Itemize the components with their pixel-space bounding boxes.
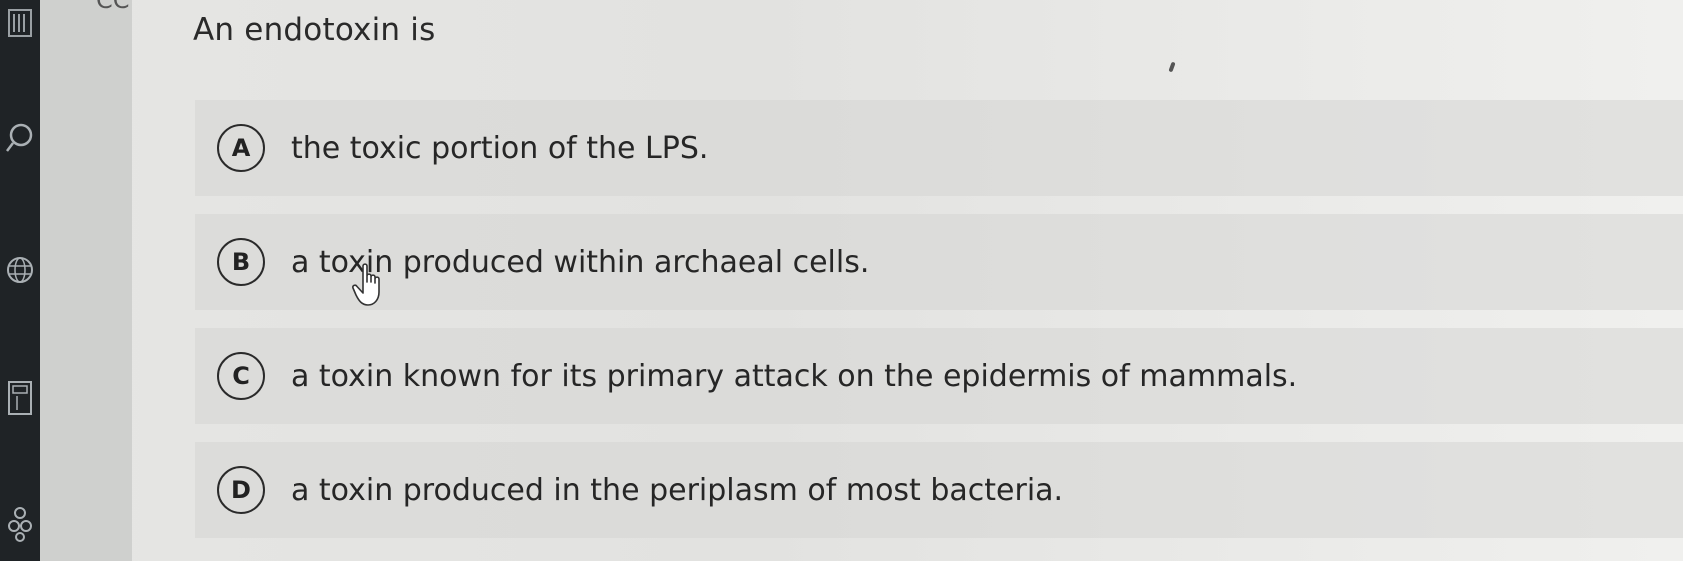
search-icon[interactable]: [4, 118, 36, 158]
option-a-letter: A: [217, 124, 265, 172]
option-c-letter: C: [217, 352, 265, 400]
calculator-icon[interactable]: [4, 376, 36, 420]
left-margin-panel: [40, 0, 132, 561]
option-d-text: a toxin produced in the periplasm of mos…: [291, 472, 1064, 508]
option-d[interactable]: D a toxin produced in the periplasm of m…: [195, 442, 1683, 538]
globe-icon[interactable]: [4, 250, 36, 290]
screen-speck: [1168, 61, 1176, 73]
question-text: An endotoxin is: [193, 12, 436, 48]
option-b-letter: B: [217, 238, 265, 286]
hand-pointer-icon: [352, 262, 388, 308]
menu-icon[interactable]: [4, 6, 36, 40]
accessibility-icon[interactable]: [4, 502, 36, 546]
cut-off-heading: CC: [96, 0, 130, 14]
left-toolbar: [0, 0, 40, 561]
option-a[interactable]: A the toxic portion of the LPS.: [195, 100, 1683, 196]
option-d-letter: D: [217, 466, 265, 514]
option-c[interactable]: C a toxin known for its primary attack o…: [195, 328, 1683, 424]
answer-options: A the toxic portion of the LPS. B a toxi…: [195, 100, 1683, 556]
option-b[interactable]: B a toxin produced within archaeal cells…: [195, 214, 1683, 310]
option-c-text: a toxin known for its primary attack on …: [291, 358, 1298, 394]
option-a-text: the toxic portion of the LPS.: [291, 130, 709, 166]
